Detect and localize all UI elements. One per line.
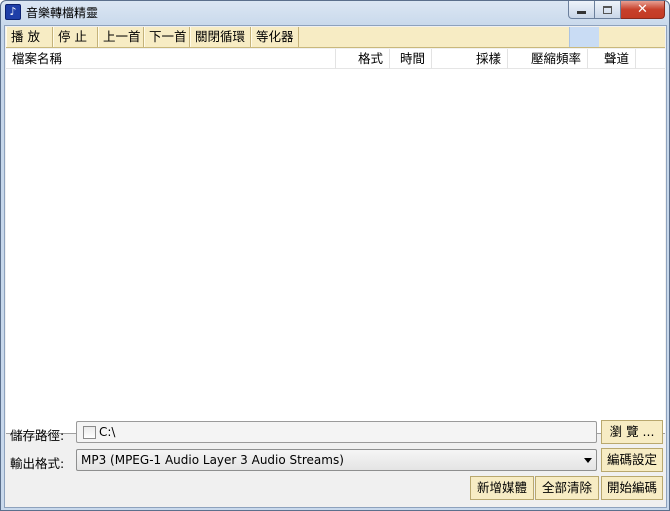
chevron-down-icon[interactable]: [584, 458, 592, 463]
column-bitrate[interactable]: 壓縮頻率: [508, 49, 588, 69]
maximize-button[interactable]: [595, 1, 621, 19]
output-format-label: 輸出格式:: [10, 456, 65, 471]
clear-all-button[interactable]: 全部清除: [535, 476, 599, 500]
music-note-icon[interactable]: ♪: [5, 4, 21, 20]
next-track-button[interactable]: 下一首: [144, 27, 190, 47]
stop-button[interactable]: 停 止: [53, 27, 98, 47]
toolbar-tail: [599, 27, 665, 47]
app-window: ♪ 音樂轉檔精靈 ✕ 播 放 停 止 上一首 下一首 關閉循環 等化器 檔案名稱…: [0, 0, 670, 511]
playback-toolbar: 播 放 停 止 上一首 下一首 關閉循環 等化器: [6, 27, 665, 48]
minimize-button[interactable]: [568, 1, 595, 19]
column-channels[interactable]: 聲道: [588, 49, 636, 69]
loop-toggle-button[interactable]: 關閉循環: [190, 27, 251, 47]
encode-settings-button[interactable]: 編碼設定: [601, 448, 663, 472]
maximize-icon: [603, 5, 612, 14]
save-path-field[interactable]: C:\: [76, 421, 597, 443]
save-path-label: 儲存路徑:: [10, 428, 65, 443]
column-duration[interactable]: 時間: [390, 49, 432, 69]
equalizer-button[interactable]: 等化器: [251, 27, 299, 47]
file-list-header: 檔案名稱 格式 時間 採樣 壓縮頻率 聲道: [6, 49, 665, 69]
minimize-icon: [577, 10, 586, 14]
previous-track-button[interactable]: 上一首: [98, 27, 144, 47]
toolbar-indicator: [569, 27, 599, 47]
output-format-select[interactable]: MP3 (MPEG-1 Audio Layer 3 Audio Streams): [76, 449, 597, 471]
column-filename[interactable]: 檔案名稱: [6, 49, 336, 69]
file-list[interactable]: 檔案名稱 格式 時間 採樣 壓縮頻率 聲道: [6, 49, 665, 434]
close-button[interactable]: ✕: [621, 1, 665, 19]
close-icon: ✕: [637, 2, 648, 17]
browse-button[interactable]: 瀏 覽 ...: [601, 420, 663, 444]
start-encode-button[interactable]: 開始編碼: [601, 476, 663, 500]
title-bar[interactable]: ♪ 音樂轉檔精靈 ✕: [1, 1, 669, 23]
client-area: 播 放 停 止 上一首 下一首 關閉循環 等化器 檔案名稱 格式 時間 採樣 壓…: [4, 25, 667, 508]
column-sample-rate[interactable]: 採樣: [432, 49, 508, 69]
add-media-button[interactable]: 新增媒體: [470, 476, 534, 500]
output-format-value: MP3 (MPEG-1 Audio Layer 3 Audio Streams): [81, 453, 344, 467]
window-controls: ✕: [568, 1, 665, 19]
save-path-value: C:\: [99, 425, 116, 439]
play-button[interactable]: 播 放: [6, 27, 53, 47]
window-title: 音樂轉檔精靈: [26, 6, 99, 20]
save-path-checkbox[interactable]: [83, 426, 96, 439]
column-format[interactable]: 格式: [336, 49, 390, 69]
